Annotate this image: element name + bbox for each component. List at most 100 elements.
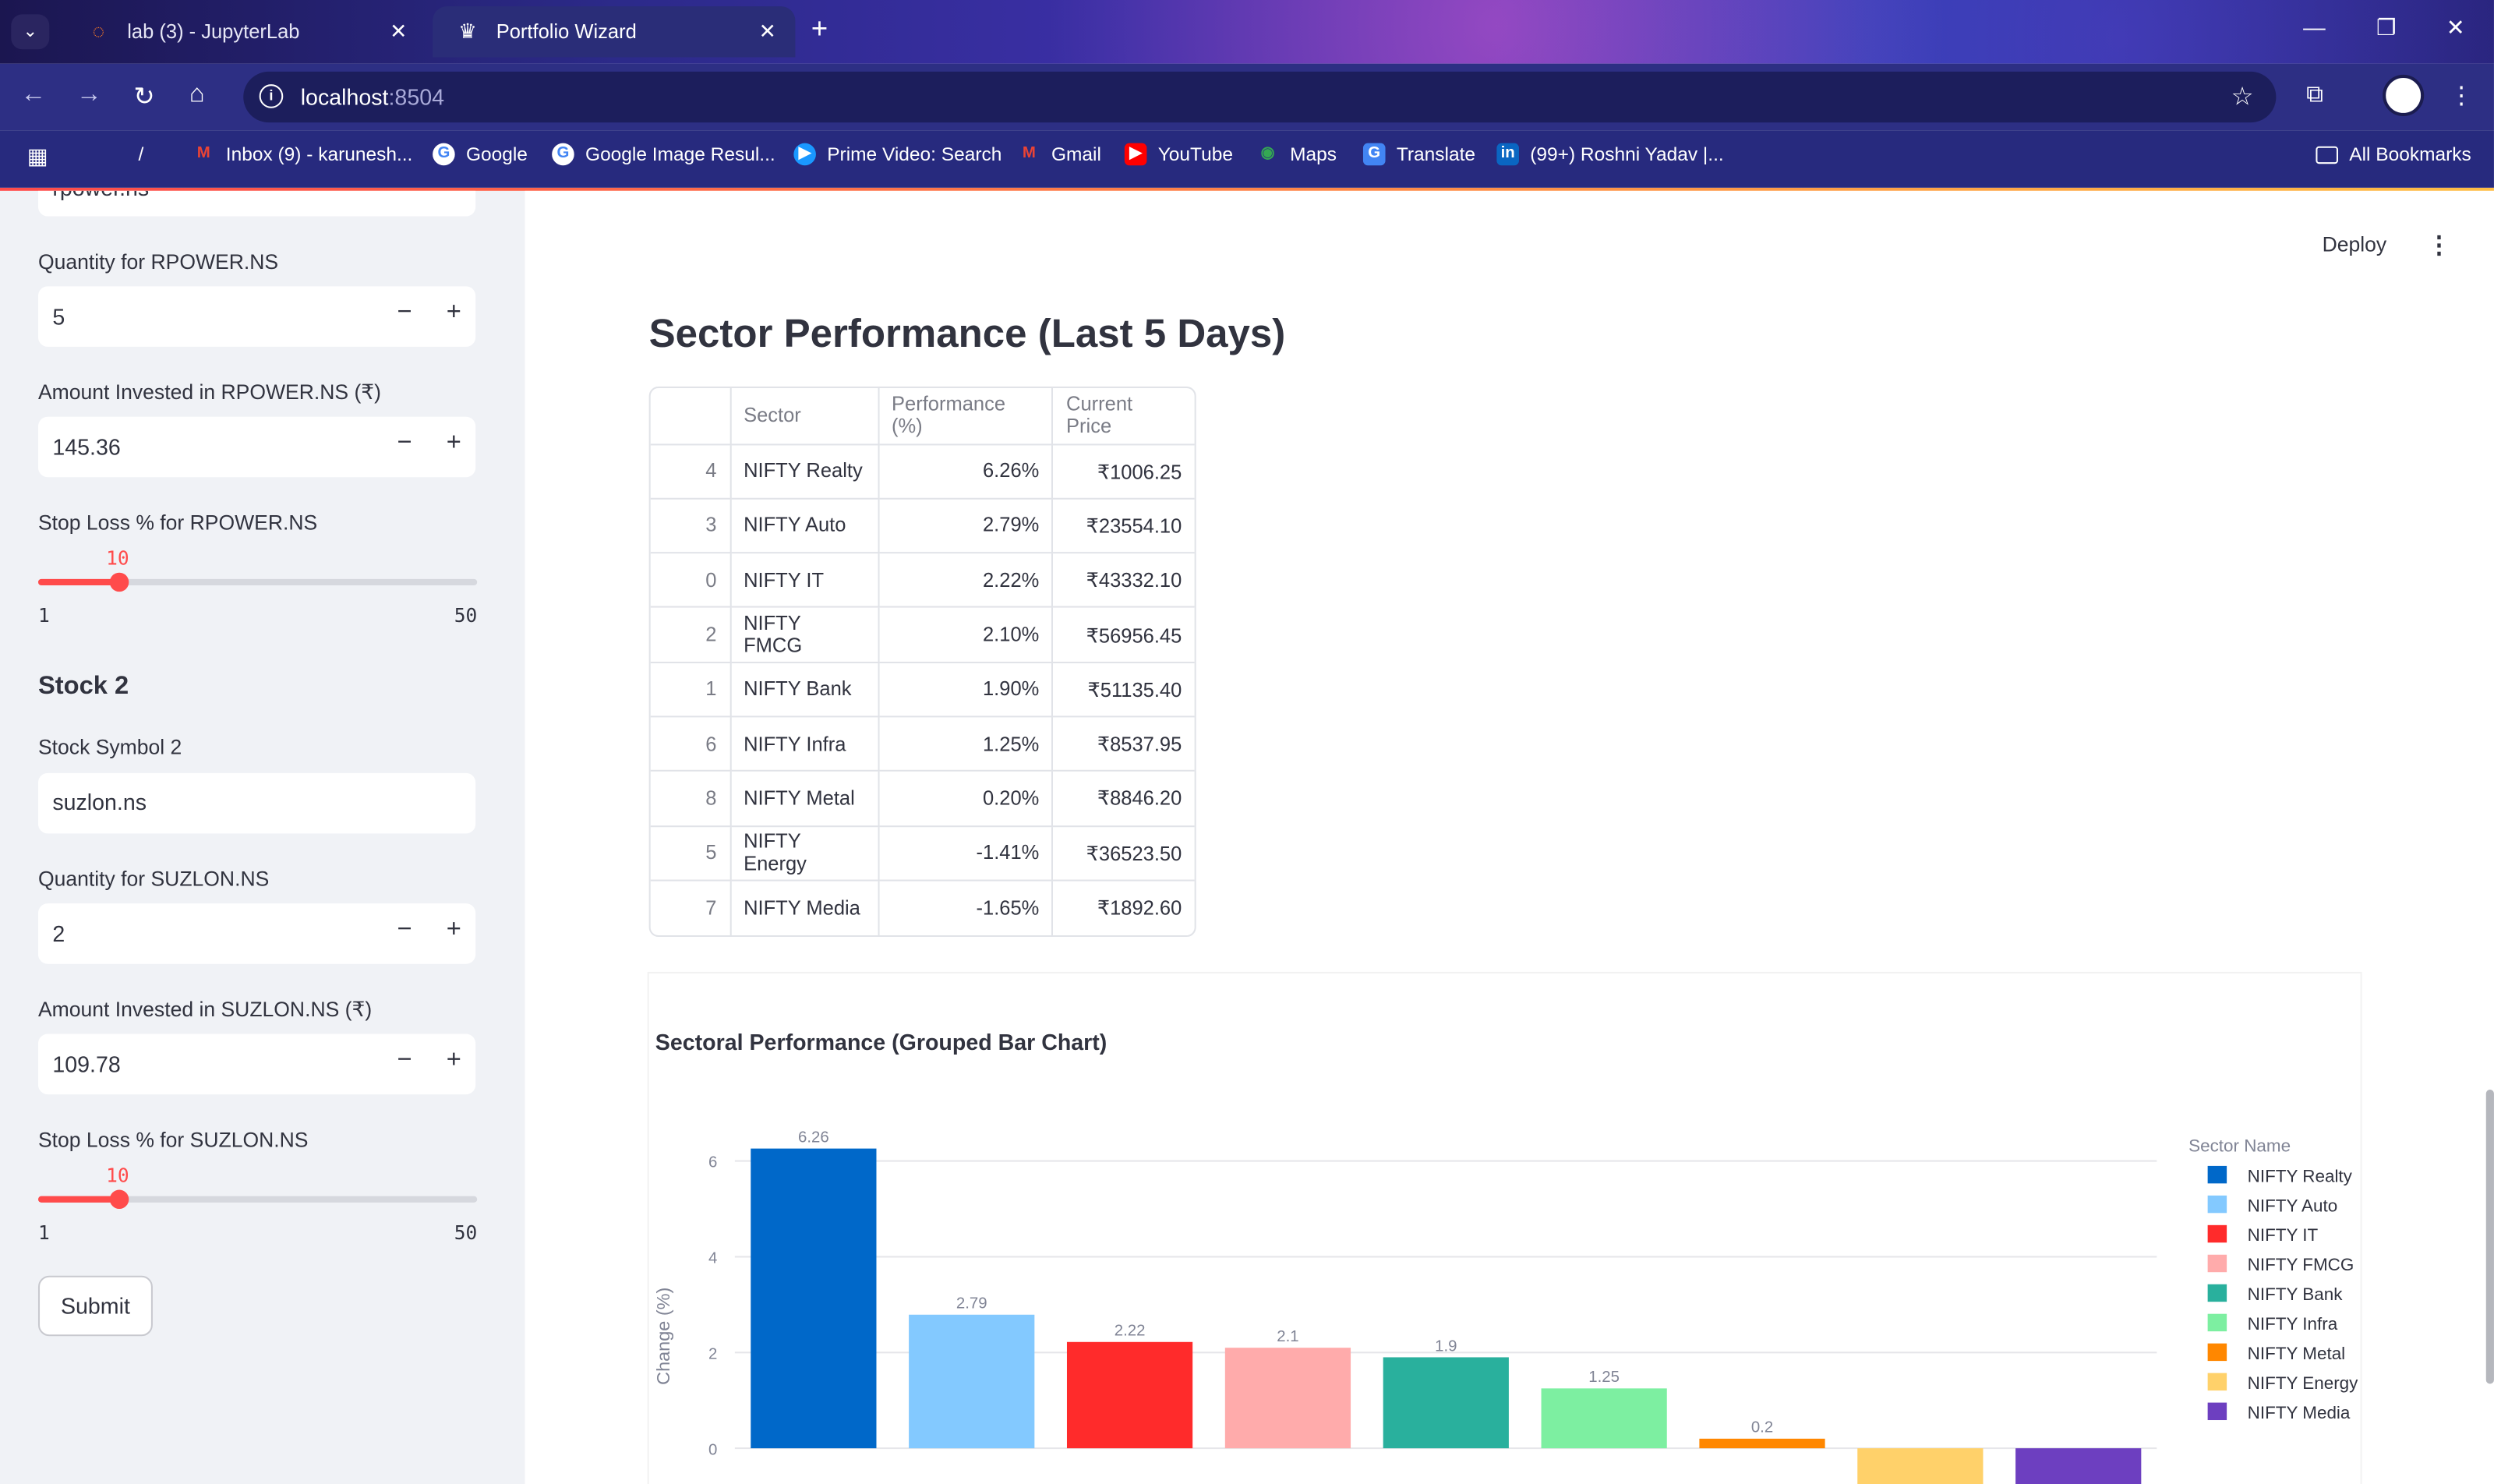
legend-entry: NIFTY Realty (2248, 1166, 2353, 1185)
minimize-icon[interactable]: — (2303, 14, 2326, 40)
table-row[interactable]: 5 NIFTY Energy -1.41% ₹36523.50 (650, 825, 1195, 882)
table-row[interactable]: 6 NIFTY Infra 1.25% ₹8537.95 (650, 716, 1195, 772)
legend-entry: NIFTY Media (2248, 1403, 2351, 1422)
folder-icon (2316, 145, 2338, 164)
symbol-label: Stock Symbol 2 (37, 734, 182, 759)
stoploss-slider-rpower[interactable]: 10 1 50 (37, 547, 478, 627)
site-info-icon[interactable]: i (259, 84, 284, 108)
stoploss-slider-suzlon[interactable]: 10 1 50 (37, 1164, 478, 1244)
increment-button[interactable]: + (447, 299, 461, 328)
row-index: 8 (650, 771, 731, 827)
amount-stepper-suzlon[interactable]: 109.78 − + (37, 1034, 476, 1095)
screen: ⌄ ◌ lab (3) - JupyterLab ✕ ♛ Portfolio W… (0, 0, 2494, 1484)
increment-button[interactable]: + (447, 1047, 461, 1076)
prev-stock-symbol-input[interactable]: rpower.ns (37, 190, 476, 217)
slider-thumb[interactable] (109, 572, 129, 592)
extensions-icon[interactable]: ⧉ (2306, 81, 2323, 108)
bookmark-item[interactable]: / (105, 143, 144, 166)
table-row[interactable]: 3 NIFTY Auto 2.79% ₹23554.10 (650, 498, 1195, 554)
tab-portfolio-wizard[interactable]: ♛ Portfolio Wizard ✕ (433, 6, 796, 58)
table-cell: NIFTY Infra (729, 716, 879, 772)
slider-fill (37, 578, 119, 586)
close-icon[interactable]: ✕ (759, 19, 776, 44)
bookmark-item[interactable]: ▶ Prime Video: Search (793, 143, 1001, 166)
page-icon (105, 143, 128, 166)
jupyter-icon: ◌ (92, 19, 105, 44)
quantity-stepper-suzlon[interactable]: 2 − + (37, 903, 476, 964)
chart-container: Sectoral Performance (Grouped Bar Chart)… (648, 973, 2361, 1484)
column-header[interactable]: Sector (729, 387, 879, 445)
table-cell: ₹8537.95 (1052, 716, 1195, 772)
tab-search-menu[interactable]: ⌄ (11, 14, 50, 50)
translate-icon: G (1362, 143, 1386, 166)
table-row[interactable]: 8 NIFTY Metal 0.20% ₹8846.20 (650, 771, 1195, 827)
legend-swatch (2207, 1165, 2227, 1184)
table-cell: 2.10% (878, 607, 1054, 663)
app-header: Deploy ⋮ (525, 190, 2494, 284)
bar-chart: 0 2 4 6 Change (%) 6.26 2.79 2.22 2.1 1.9 1.25 0.2 S… (653, 1129, 2358, 1484)
bookmark-item[interactable]: G Google (433, 143, 528, 166)
table-row[interactable]: 0 NIFTY IT 2.22% ₹43332.10 (650, 553, 1195, 609)
slider-current-value: 10 (106, 1164, 129, 1187)
submit-button[interactable]: Submit (37, 1275, 153, 1337)
bar-data-label: 2.1 (1277, 1328, 1298, 1345)
amount-stepper-rpower[interactable]: 145.36 − + (37, 416, 476, 478)
column-header[interactable]: Performance (%) (878, 387, 1054, 445)
bookmark-item[interactable]: G Translate (1362, 143, 1475, 166)
forward-icon[interactable]: → (76, 81, 102, 110)
decrement-button[interactable]: − (397, 429, 412, 458)
increment-button[interactable]: + (447, 917, 461, 945)
browser-menu-icon[interactable]: ⋮ (2450, 81, 2474, 110)
apps-grid-icon[interactable]: ▦ (27, 143, 48, 171)
table-row[interactable]: 1 NIFTY Bank 1.90% ₹51135.40 (650, 662, 1195, 718)
restore-icon[interactable]: ❐ (2376, 14, 2397, 41)
main-scrollbar[interactable] (2485, 1089, 2494, 1384)
profile-avatar[interactable] (2383, 74, 2425, 116)
bookmark-item[interactable]: in (99+) Roshni Yadav |... (1496, 143, 1724, 166)
close-window-icon[interactable]: ✕ (2446, 14, 2465, 41)
table-cell: 2.79% (878, 498, 1054, 554)
row-index: 4 (650, 443, 731, 500)
back-icon[interactable]: ← (21, 81, 47, 110)
table-cell: ₹1006.25 (1052, 443, 1195, 500)
tab-jupyterlab[interactable]: ◌ lab (3) - JupyterLab ✕ (64, 6, 426, 57)
bookmark-item[interactable]: M Inbox (9) - karunesh... (193, 143, 413, 166)
table-cell: 6.26% (878, 443, 1054, 500)
decrement-button[interactable]: − (397, 1047, 412, 1076)
table-cell: ₹51135.40 (1052, 662, 1195, 718)
increment-button[interactable]: + (447, 429, 461, 458)
table-row[interactable]: 4 NIFTY Realty 6.26% ₹1006.25 (650, 443, 1195, 500)
table-cell: NIFTY Realty (729, 443, 879, 500)
table-row[interactable]: 2 NIFTY FMCG 2.10% ₹56956.45 (650, 607, 1195, 663)
legend-swatch (2207, 1195, 2227, 1214)
close-icon[interactable]: ✕ (390, 19, 407, 44)
new-tab-button[interactable]: + (811, 12, 828, 46)
stock-symbol-input[interactable]: suzlon.ns (37, 772, 476, 834)
quantity-stepper-rpower[interactable]: 5 − + (37, 286, 476, 347)
deploy-button[interactable]: Deploy (2323, 232, 2387, 256)
table-row[interactable]: 7 NIFTY Media -1.65% ₹1892.60 (650, 880, 1195, 935)
bookmark-item[interactable]: M Gmail (1018, 143, 1101, 166)
slider-current-value: 10 (106, 547, 129, 570)
url-host: localhost (300, 84, 389, 110)
bookmark-item[interactable]: G Google Image Resul... (552, 143, 775, 166)
url-bar[interactable]: i localhost:8504 ☆ (243, 71, 2277, 123)
bookmark-star-icon[interactable]: ☆ (2231, 81, 2254, 113)
reload-icon[interactable]: ↻ (133, 81, 154, 113)
crown-icon: ♛ (458, 19, 477, 44)
bookmark-item[interactable]: ▶ YouTube (1124, 143, 1233, 166)
decrement-button[interactable]: − (397, 299, 412, 328)
y-tick-label: 4 (708, 1250, 717, 1267)
slider-thumb[interactable] (109, 1189, 129, 1210)
bookmark-item[interactable]: ◉ Maps (1256, 143, 1337, 166)
app-menu-icon[interactable]: ⋮ (2427, 231, 2451, 260)
column-header[interactable] (650, 387, 731, 445)
decrement-button[interactable]: − (397, 917, 412, 945)
main-content: Deploy ⋮ Sector Performance (Last 5 Days… (525, 190, 2494, 1484)
table-cell: ₹8846.20 (1052, 771, 1195, 827)
column-header[interactable]: Current Price (1052, 387, 1195, 445)
gmail-icon: M (1022, 144, 1036, 163)
home-icon[interactable]: ⌂ (189, 81, 205, 110)
all-bookmarks[interactable]: All Bookmarks (2316, 143, 2471, 165)
legend-entry: NIFTY IT (2248, 1225, 2319, 1245)
